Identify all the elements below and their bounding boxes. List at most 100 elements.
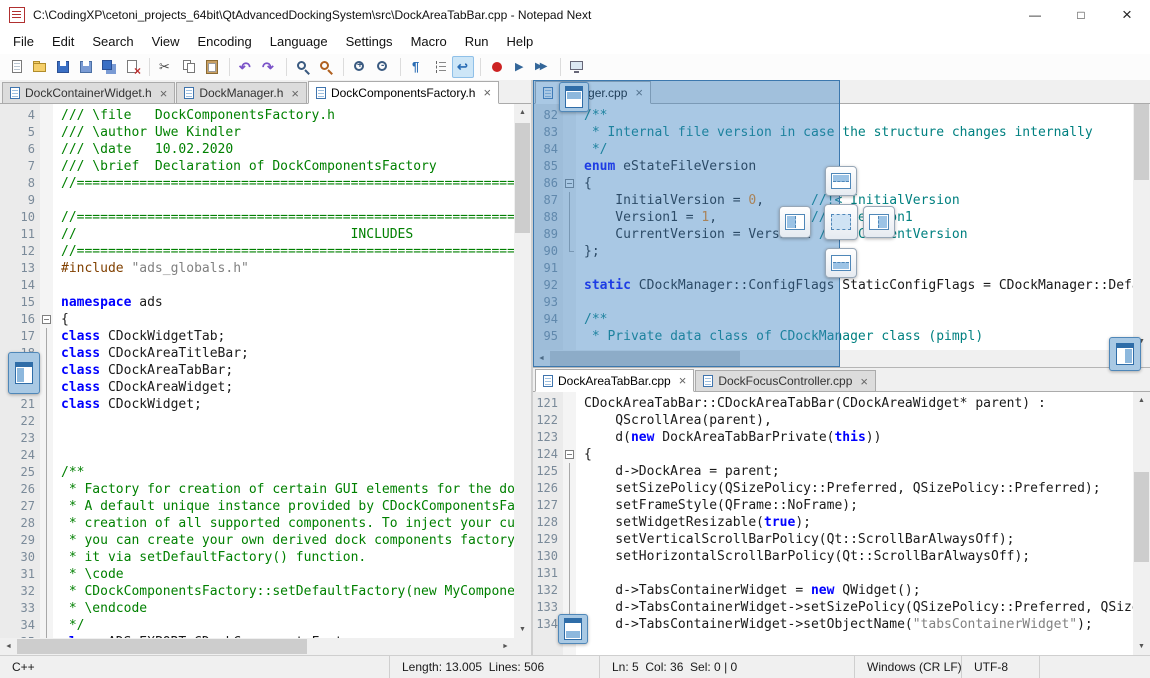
- line-number: 21: [0, 396, 40, 413]
- drop-indicator-center[interactable]: [824, 204, 858, 240]
- menu-view[interactable]: View: [143, 30, 189, 54]
- zoom-in-button[interactable]: [349, 56, 371, 78]
- cut-button[interactable]: [155, 56, 177, 78]
- save-button[interactable]: [52, 56, 74, 78]
- play-macro-button[interactable]: [509, 56, 531, 78]
- code-line: 13#include "ads_globals.h": [0, 260, 514, 277]
- menu-run[interactable]: Run: [456, 30, 498, 54]
- container-drop-indicator-bottom[interactable]: [558, 614, 588, 644]
- line-number: 33: [0, 600, 40, 617]
- close-button[interactable]: ×: [1104, 0, 1150, 30]
- scroll-left-arrow-icon[interactable]: ◄: [0, 638, 17, 655]
- run-macro-multiple-button[interactable]: [532, 56, 554, 78]
- menu-language[interactable]: Language: [261, 30, 337, 54]
- tab-dockcontainerwidget-h[interactable]: DockContainerWidget.h×: [2, 82, 175, 103]
- undo-button[interactable]: [235, 56, 257, 78]
- menu-settings[interactable]: Settings: [337, 30, 402, 54]
- line-number: 121: [533, 395, 563, 412]
- replace-button[interactable]: [315, 56, 337, 78]
- toolbar: [0, 54, 1150, 80]
- zoom-out-button[interactable]: [372, 56, 394, 78]
- scrollbar-thumb[interactable]: [1134, 100, 1149, 180]
- menu-search[interactable]: Search: [83, 30, 142, 54]
- scroll-right-arrow-icon[interactable]: ►: [497, 638, 514, 655]
- fold-marker: [40, 124, 53, 141]
- save-copy-button[interactable]: [75, 56, 97, 78]
- play-multi-icon: [535, 59, 551, 75]
- new-file-button[interactable]: [6, 56, 28, 78]
- scroll-down-arrow-icon[interactable]: ▼: [514, 621, 531, 638]
- scroll-up-arrow-icon[interactable]: ▲: [1133, 392, 1150, 409]
- code-line: 126 setSizePolicy(QSizePolicy::Preferred…: [533, 480, 1133, 497]
- scrollbar-thumb[interactable]: [17, 639, 307, 654]
- code-line: 129 setVerticalScrollBarPolicy(Qt::Scrol…: [533, 531, 1133, 548]
- toolbar-separator: [229, 58, 230, 76]
- fold-marker: [563, 514, 576, 531]
- toolbar-separator: [400, 58, 401, 76]
- maximize-button[interactable]: □: [1058, 0, 1104, 30]
- scrollbar-thumb[interactable]: [515, 123, 530, 233]
- code-line: 24: [0, 447, 514, 464]
- code-line: 11// INCLUDES: [0, 226, 514, 243]
- line-number: 128: [533, 514, 563, 531]
- indent-guide-button[interactable]: [429, 56, 451, 78]
- title-bar[interactable]: C:\CodingXP\cetoni_projects_64bit\QtAdva…: [0, 0, 1150, 30]
- menu-macro[interactable]: Macro: [402, 30, 456, 54]
- tab-close-icon[interactable]: ×: [860, 375, 868, 388]
- open-file-button[interactable]: [29, 56, 51, 78]
- fold-marker[interactable]: [40, 311, 53, 328]
- tab-dockfocuscontroller-cpp[interactable]: DockFocusController.cpp×: [695, 370, 876, 391]
- menu-file[interactable]: File: [4, 30, 43, 54]
- line-number: 28: [0, 515, 40, 532]
- save-all-button[interactable]: [98, 56, 120, 78]
- show-symbols-button[interactable]: [406, 56, 428, 78]
- scroll-down-arrow-icon[interactable]: ▼: [1133, 638, 1150, 655]
- paste-button[interactable]: [201, 56, 223, 78]
- code-line: 5/// \author Uwe Kindler: [0, 124, 514, 141]
- drop-indicator-bottom[interactable]: [825, 248, 857, 278]
- vertical-scrollbar[interactable]: ▲ ▼: [1133, 392, 1150, 655]
- record-macro-button[interactable]: [486, 56, 508, 78]
- line-number: 129: [533, 531, 563, 548]
- vertical-scrollbar[interactable]: ▲ ▼: [1133, 80, 1150, 350]
- menu-help[interactable]: Help: [498, 30, 543, 54]
- fold-marker: [40, 345, 53, 362]
- fold-marker: [40, 396, 53, 413]
- tab-dockareatabbar-cpp[interactable]: DockAreaTabBar.cpp×: [535, 369, 694, 392]
- drop-indicator-right[interactable]: [863, 206, 895, 238]
- line-number: 11: [0, 226, 40, 243]
- fold-marker: [40, 277, 53, 294]
- editor-dockcomponentsfactory[interactable]: 4/// \file DockComponentsFactory.h5/// \…: [0, 104, 514, 638]
- copy-button[interactable]: [178, 56, 200, 78]
- fold-marker[interactable]: [563, 446, 576, 463]
- word-wrap-button[interactable]: [452, 56, 474, 78]
- scroll-up-arrow-icon[interactable]: ▲: [514, 104, 531, 121]
- status-bar: C++Length: 13.005 Lines: 506Ln: 5 Col: 3…: [0, 655, 1150, 678]
- close-file-button[interactable]: [121, 56, 143, 78]
- tab-dockcomponentsfactory-h[interactable]: DockComponentsFactory.h×: [308, 81, 499, 104]
- menu-encoding[interactable]: Encoding: [189, 30, 261, 54]
- drop-indicator-left[interactable]: [779, 206, 811, 238]
- redo-icon: [261, 59, 277, 75]
- find-button[interactable]: [292, 56, 314, 78]
- editor-dockareatabbar[interactable]: 121CDockAreaTabBar::CDockAreaTabBar(CDoc…: [533, 392, 1133, 655]
- tab-close-icon[interactable]: ×: [291, 87, 299, 100]
- horizontal-scrollbar[interactable]: ◄ ►: [0, 638, 514, 655]
- menu-edit[interactable]: Edit: [43, 30, 83, 54]
- redo-button[interactable]: [258, 56, 280, 78]
- fold-marker: [40, 362, 53, 379]
- container-drop-indicator-left[interactable]: [8, 352, 40, 394]
- minimize-button[interactable]: —: [1012, 0, 1058, 30]
- tab-close-icon[interactable]: ×: [160, 87, 168, 100]
- tab-dockmanager-h[interactable]: DockManager.h×: [176, 82, 307, 103]
- container-drop-indicator-right[interactable]: [1109, 337, 1141, 371]
- play-icon: [512, 59, 528, 75]
- tab-close-icon[interactable]: ×: [679, 374, 687, 387]
- search-results-button[interactable]: [566, 56, 588, 78]
- tab-close-icon[interactable]: ×: [483, 86, 491, 99]
- drop-indicator-top[interactable]: [825, 166, 857, 196]
- vertical-scrollbar[interactable]: ▲ ▼: [514, 104, 531, 638]
- fold-marker: [40, 226, 53, 243]
- scrollbar-thumb[interactable]: [1134, 472, 1149, 562]
- container-drop-indicator-top[interactable]: [559, 82, 589, 112]
